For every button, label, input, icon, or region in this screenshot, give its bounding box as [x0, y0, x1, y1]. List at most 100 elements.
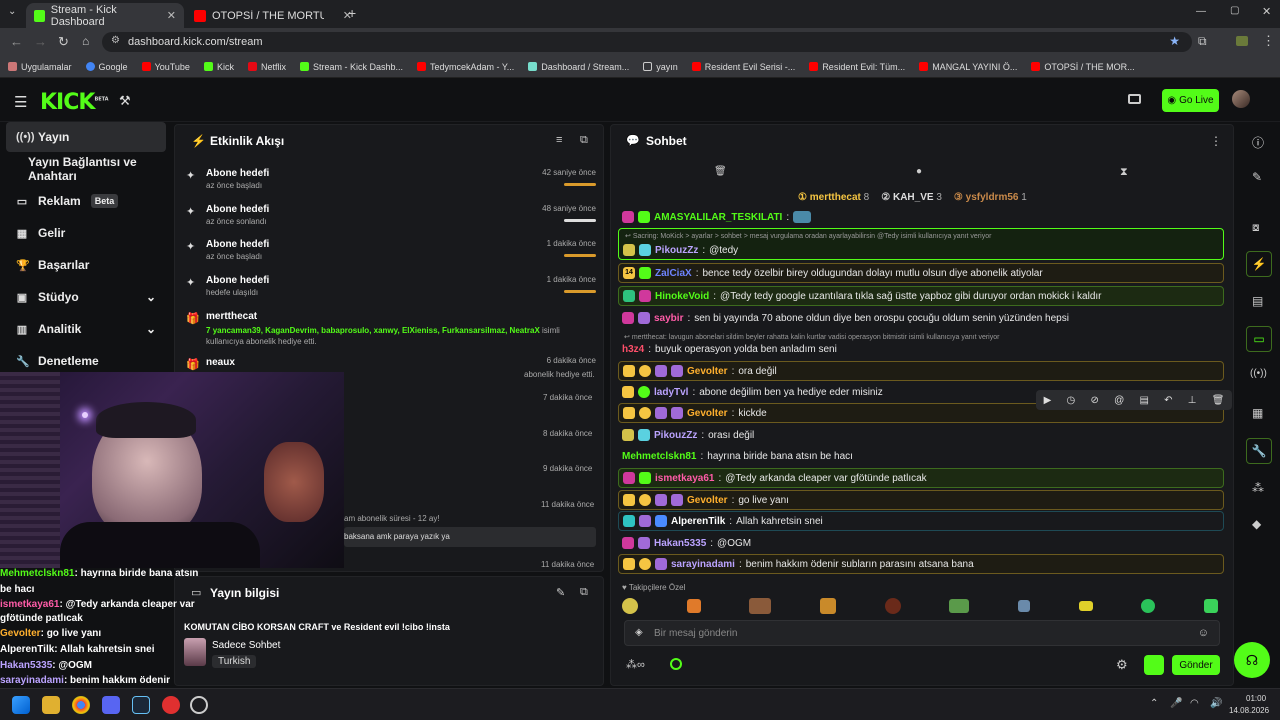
- emote-icon[interactable]: [884, 598, 901, 614]
- settings-gear-icon[interactable]: ⚙: [1116, 657, 1128, 673]
- avatar[interactable]: [1232, 90, 1250, 108]
- pin-icon[interactable]: ⊥: [1188, 395, 1197, 406]
- emote-icon[interactable]: [1203, 599, 1218, 613]
- window-close-icon[interactable]: ✕: [1262, 5, 1271, 18]
- top-gifter[interactable]: ② KAH_VE 3: [881, 192, 942, 203]
- chat-message[interactable]: 14 ZalCiaX: bence tedy özelbir birey oldug…: [618, 263, 1224, 283]
- back-icon[interactable]: ←: [10, 34, 23, 49]
- app-icon[interactable]: [190, 696, 208, 714]
- chat-message[interactable]: saybir: sen bi yayında 70 abone oldun diy…: [618, 308, 1224, 328]
- bookmark-item[interactable]: Uygulamalar: [8, 62, 72, 72]
- browser-source-icon[interactable]: [1128, 94, 1141, 104]
- broadcast-icon[interactable]: ((•)): [1250, 368, 1267, 379]
- bookmark-item[interactable]: Resident Evil: Tüm...: [809, 62, 905, 72]
- kick-points-icon[interactable]: [670, 658, 682, 670]
- sidebar-item-gelir[interactable]: ▦ Gelir: [6, 218, 166, 248]
- tab-kick-dashboard[interactable]: Stream - Kick Dashboard ✕: [26, 3, 184, 28]
- chat-message[interactable]: PikouzZz: orası değil: [618, 425, 1224, 445]
- copy-icon[interactable]: ▤: [1139, 395, 1148, 406]
- chat-input[interactable]: ◈ Bir mesaj gönderin ☺: [624, 620, 1220, 646]
- creator-tools-icon[interactable]: ⚒: [119, 93, 131, 109]
- new-tab-icon[interactable]: +: [348, 5, 356, 21]
- slow-mode-icon[interactable]: ⧗: [1120, 166, 1128, 179]
- go-live-button[interactable]: ◉ Go Live: [1162, 89, 1219, 112]
- support-icon[interactable]: ☊: [1234, 642, 1270, 678]
- emote-icon[interactable]: [819, 598, 836, 614]
- minimize-icon[interactable]: —: [1196, 6, 1206, 17]
- timeout-icon[interactable]: ◷: [1067, 395, 1076, 406]
- bookmark-item[interactable]: Dashboard / Stream...: [528, 62, 629, 72]
- bookmark-folder[interactable]: yayın: [643, 62, 678, 72]
- clock-date[interactable]: 14.08.2026: [1229, 706, 1269, 715]
- filter-icon[interactable]: ≡: [556, 134, 562, 146]
- steam-icon[interactable]: [132, 696, 150, 714]
- chat-message[interactable]: Gevolter: ora değil: [618, 361, 1224, 381]
- home-icon[interactable]: ⌂: [82, 34, 89, 48]
- sidebar-item-yayin[interactable]: ((•)) Yayın: [6, 122, 166, 152]
- emote-icon[interactable]: [1017, 600, 1030, 612]
- chat-menu-icon[interactable]: ⋮: [1210, 134, 1222, 148]
- delete-icon[interactable]: 🗑: [1212, 395, 1225, 406]
- tray-chevron-icon[interactable]: ⌃: [1150, 698, 1158, 709]
- clock-time[interactable]: 01:00: [1246, 694, 1266, 703]
- sidebar-item-analitik[interactable]: ▥ Analitik ⌄: [6, 314, 166, 344]
- trash-icon[interactable]: 🗑: [714, 166, 727, 177]
- chat-message[interactable]: AlperenTilk: Allah kahretsin snei: [618, 511, 1224, 531]
- microphone-icon[interactable]: 🎤: [1170, 698, 1182, 709]
- emote-icon[interactable]: [1141, 599, 1156, 613]
- tab-otopsi[interactable]: OTOPSİ / THE MORTUARY ASS ✕: [186, 3, 360, 28]
- play-icon[interactable]: ▶: [1044, 395, 1052, 406]
- highlighted-reply[interactable]: ↩ Sacring: MoKick > ayarlar > sohbet > m…: [618, 228, 1224, 260]
- chat-message[interactable]: Hakan5335: @OGM: [618, 533, 1224, 553]
- browser-menu-icon[interactable]: ⋮: [1262, 33, 1275, 49]
- file-explorer-icon[interactable]: [42, 696, 60, 714]
- gem-icon[interactable]: ◆: [1252, 517, 1261, 531]
- points-icon[interactable]: ⁂∞: [626, 658, 645, 671]
- address-bar[interactable]: ⚙ dashboard.kick.com/stream ★: [102, 32, 1192, 52]
- sidebar-item-studyo[interactable]: ▣ Stüdyo ⌄: [6, 282, 166, 312]
- discord-icon[interactable]: [102, 696, 120, 714]
- emote-icon[interactable]: [686, 599, 701, 613]
- hamburger-menu-icon[interactable]: ☰: [14, 93, 27, 111]
- chat-message[interactable]: AMASYALILAR_TESKILATI:: [618, 207, 1224, 227]
- chat-message[interactable]: sarayinadami: benim hakkım ödenir subları…: [618, 554, 1224, 574]
- kick-logo[interactable]: KICKBETA: [40, 90, 109, 115]
- antivirus-icon[interactable]: [162, 696, 180, 714]
- top-gifter[interactable]: ① mertthecat 8: [798, 192, 869, 203]
- bookmark-item[interactable]: Netflix: [247, 62, 286, 72]
- emote-icon[interactable]: [622, 598, 638, 614]
- info-icon[interactable]: ⓘ: [1252, 134, 1264, 151]
- windows-start-icon[interactable]: [12, 696, 30, 714]
- forward-icon[interactable]: →: [34, 34, 47, 49]
- ban-icon[interactable]: ⊘: [1090, 395, 1098, 406]
- emote-icon[interactable]: [749, 598, 772, 614]
- mention-icon[interactable]: @: [1114, 395, 1124, 406]
- emote-icon[interactable]: [1078, 601, 1093, 611]
- points-icon[interactable]: ⁂: [1252, 481, 1264, 495]
- extension-icon[interactable]: [1236, 36, 1248, 46]
- chat-message[interactable]: ismetkaya61: @Tedy arkanda cleaper var gf…: [618, 468, 1224, 488]
- sidebar-item-stream-key[interactable]: Yayın Bağlantısı ve Anahtarı: [6, 154, 166, 184]
- chat-message[interactable]: Mehmetclskn81: hayrına biride bana atsın …: [618, 446, 1224, 466]
- reload-icon[interactable]: ↻: [58, 34, 69, 50]
- volume-icon[interactable]: 🔊: [1210, 698, 1222, 709]
- bookmark-item[interactable]: TedymcekAdam - Y...: [417, 62, 514, 72]
- bookmark-item[interactable]: YouTube: [141, 62, 190, 72]
- pencil-icon[interactable]: ✎: [1252, 170, 1262, 184]
- bookmark-item[interactable]: Stream - Kick Dashb...: [299, 62, 403, 72]
- layers-icon[interactable]: ▦: [1252, 406, 1263, 420]
- popout-icon[interactable]: ⧉: [580, 586, 588, 599]
- sidebar-item-reklam[interactable]: ▭ Reklam Beta: [6, 186, 166, 216]
- chat-message[interactable]: Gevolter: go live yanı: [618, 490, 1224, 510]
- emote-icon[interactable]: [949, 599, 970, 613]
- chat-message[interactable]: HinokeVoid: @Tedy tedy google uzantılara …: [618, 286, 1224, 306]
- wrench-icon[interactable]: 🔧: [1246, 438, 1272, 464]
- bookmark-item[interactable]: Resident Evil Serisi -...: [691, 62, 795, 72]
- bookmark-item[interactable]: Kick: [203, 62, 234, 72]
- chrome-icon[interactable]: [72, 696, 90, 714]
- close-tab-icon[interactable]: ✕: [167, 9, 176, 22]
- emoji-icon[interactable]: ☺: [1198, 627, 1209, 639]
- extensions-icon[interactable]: ⧉: [1198, 34, 1207, 49]
- bookmark-item[interactable]: OTOPSİ / THE MOR...: [1031, 62, 1135, 72]
- tab-list-chevron-icon[interactable]: ⌄: [8, 6, 16, 17]
